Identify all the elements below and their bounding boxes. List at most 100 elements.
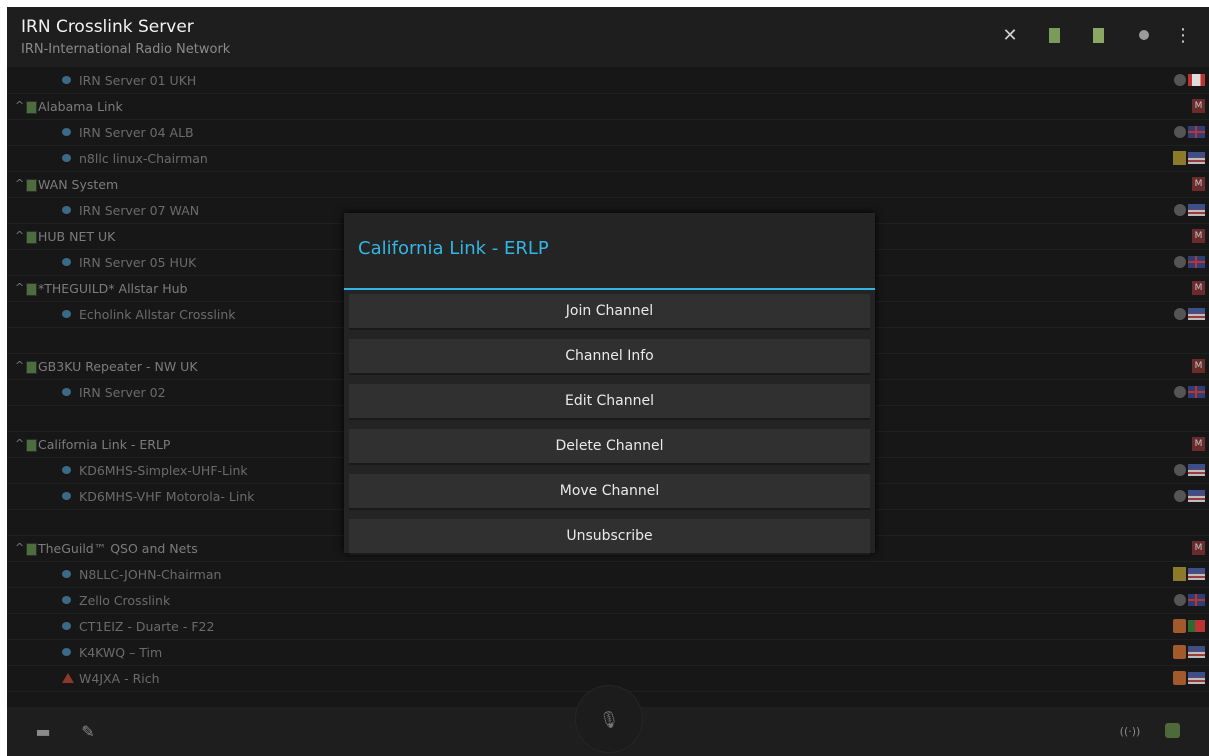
client-icon <box>1174 594 1186 606</box>
user-name: N8LLC-JOHN-Chairman <box>79 567 222 582</box>
user-row[interactable]: n8llc linux-Chairman <box>7 146 1209 172</box>
uk-flag-icon <box>1188 386 1205 398</box>
row-badges <box>1174 125 1205 138</box>
client-g-icon <box>1173 619 1186 633</box>
delete-channel-button[interactable]: Delete Channel <box>349 429 870 465</box>
channel-name: HUB NET UK <box>38 229 116 244</box>
row-badges <box>1173 567 1205 581</box>
row-badges: M <box>1192 177 1205 191</box>
uk-flag-icon <box>1188 594 1205 606</box>
user-name: IRN Server 04 ALB <box>79 125 194 140</box>
row-badges: M <box>1192 229 1205 243</box>
us-flag-icon <box>1188 672 1205 684</box>
user-name: K4KWQ – Tim <box>79 645 163 660</box>
user-status-icon <box>62 492 71 500</box>
user-name: W4JXA - Rich <box>79 671 160 686</box>
pt-flag-icon <box>1188 620 1205 632</box>
collapse-chevron-icon[interactable]: ^ <box>15 359 24 372</box>
user-name: CT1EIZ - Duarte - F22 <box>79 619 215 634</box>
collapse-chevron-icon[interactable]: ^ <box>15 281 24 294</box>
us-flag-icon <box>1188 152 1205 164</box>
overflow-menu-icon[interactable]: ⋮ <box>1171 23 1195 47</box>
client-g-icon <box>1173 671 1186 685</box>
user-row[interactable]: N8LLC-JOHN-Chairman <box>7 562 1209 588</box>
join-channel-button[interactable]: Join Channel <box>349 294 870 330</box>
channel-icon <box>26 231 37 244</box>
row-badges <box>1173 151 1205 165</box>
user-row[interactable]: IRN Server 04 ALB <box>7 120 1209 146</box>
ca-flag-icon <box>1188 74 1205 86</box>
channel-icon <box>26 283 37 296</box>
edit-channel-button[interactable]: Edit Channel <box>349 384 870 420</box>
moderated-badge-icon: M <box>1192 437 1205 451</box>
channel-add-icon[interactable] <box>1086 23 1110 47</box>
user-name: IRN Server 07 WAN <box>79 203 200 218</box>
mic-button[interactable]: 🎙 <box>575 685 643 753</box>
pencil-icon[interactable]: ✎ <box>78 721 98 741</box>
channel-info-button[interactable]: Channel Info <box>349 339 870 375</box>
row-badges <box>1174 385 1205 398</box>
user-name: IRN Server 05 HUK <box>79 255 197 270</box>
user-row[interactable]: K4KWQ – Tim <box>7 640 1209 666</box>
moderated-badge-icon: M <box>1192 229 1205 243</box>
channel-icon <box>26 439 37 452</box>
channel-icon <box>26 543 37 556</box>
channel-icon <box>26 179 37 192</box>
us-flag-icon <box>1188 490 1205 502</box>
channel-name: GB3KU Repeater - NW UK <box>38 359 198 374</box>
client-n-icon <box>1173 567 1186 581</box>
user-name: KD6MHS-VHF Motorola- Link <box>79 489 255 504</box>
us-flag-icon <box>1188 308 1205 320</box>
row-badges <box>1174 489 1205 502</box>
client-icon <box>1174 386 1186 398</box>
settings-icon[interactable] <box>1162 720 1182 740</box>
user-name: IRN Server 01 UKH <box>79 73 197 88</box>
collapse-chevron-icon[interactable]: ^ <box>15 99 24 112</box>
unsubscribe-button[interactable]: Unsubscribe <box>349 519 870 555</box>
row-badges: M <box>1192 281 1205 295</box>
uk-flag-icon <box>1188 256 1205 268</box>
channel-name: TheGuild™ QSO and Nets <box>38 541 198 556</box>
user-name: IRN Server 02 <box>79 385 166 400</box>
move-channel-button[interactable]: Move Channel <box>349 474 870 510</box>
row-badges <box>1174 307 1205 320</box>
channel-icon <box>26 101 37 114</box>
collapse-chevron-icon[interactable]: ^ <box>15 177 24 190</box>
row-badges <box>1174 255 1205 268</box>
user-row[interactable]: IRN Server 01 UKH <box>7 68 1209 94</box>
row-badges: M <box>1192 359 1205 373</box>
channel-list-icon[interactable] <box>1042 23 1066 47</box>
moderated-badge-icon: M <box>1192 541 1205 555</box>
moderated-badge-icon: M <box>1192 99 1205 113</box>
channel-name: Alabama Link <box>38 99 123 114</box>
user-status-icon <box>62 622 71 630</box>
tools-icon[interactable]: ✕ <box>998 23 1022 47</box>
channel-name: California Link - ERLP <box>38 437 171 452</box>
collapse-chevron-icon[interactable]: ^ <box>15 541 24 554</box>
chat-icon[interactable]: ▬ <box>33 721 53 741</box>
channel-row[interactable]: ^ WAN System M <box>7 172 1209 198</box>
dialog-divider <box>344 288 875 290</box>
row-badges <box>1173 671 1205 685</box>
row-badges <box>1174 73 1205 86</box>
row-badges: M <box>1192 541 1205 555</box>
signal-icon[interactable]: ((·)) <box>1118 721 1142 741</box>
user-row[interactable]: CT1EIZ - Duarte - F22 <box>7 614 1209 640</box>
user-status-icon <box>62 258 71 266</box>
collapse-chevron-icon[interactable]: ^ <box>15 229 24 242</box>
client-icon <box>1174 256 1186 268</box>
status-icon[interactable] <box>1132 23 1156 47</box>
user-status-icon <box>62 596 71 604</box>
channel-row[interactable]: ^ Alabama Link M <box>7 94 1209 120</box>
client-n-icon <box>1173 151 1186 165</box>
client-icon <box>1174 204 1186 216</box>
user-status-icon <box>62 154 71 162</box>
collapse-chevron-icon[interactable]: ^ <box>15 437 24 450</box>
user-name: Zello Crosslink <box>79 593 171 608</box>
us-flag-icon <box>1188 646 1205 658</box>
row-badges: M <box>1192 99 1205 113</box>
channel-name: WAN System <box>38 177 119 192</box>
client-icon <box>1174 464 1186 476</box>
user-row[interactable]: Zello Crosslink <box>7 588 1209 614</box>
channel-options-dialog: California Link - ERLP Join Channel Chan… <box>344 213 875 555</box>
